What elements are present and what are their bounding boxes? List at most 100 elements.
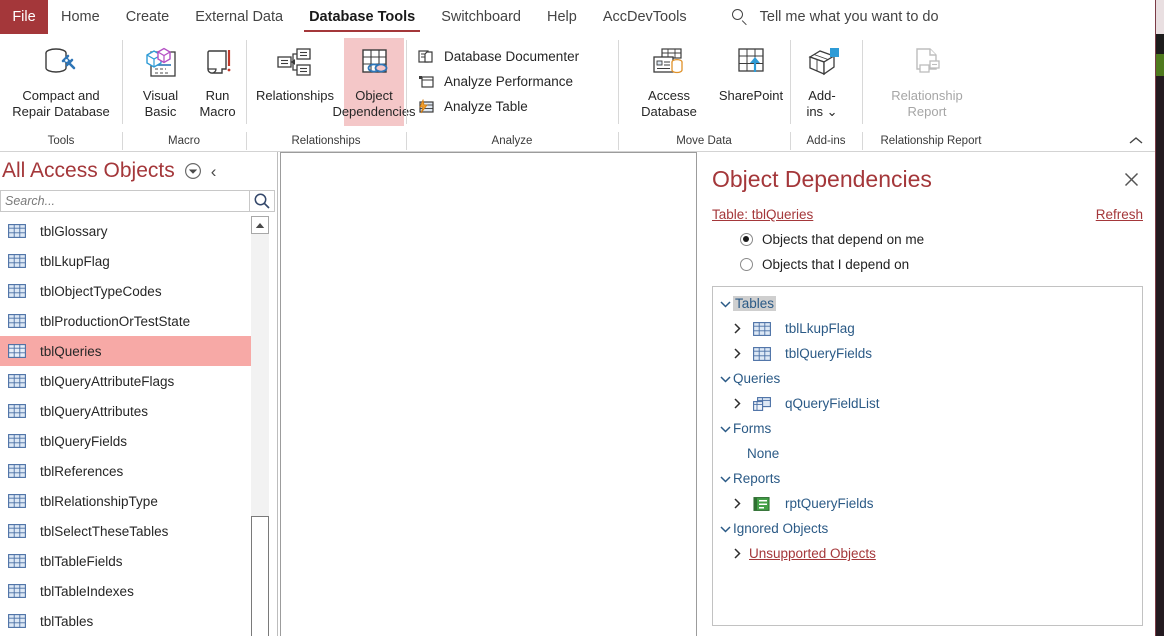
run-macro-label-line2: Macro [199,104,236,120]
tree-group-reports[interactable]: Reports [717,466,1142,491]
refresh-link[interactable]: Refresh [1096,207,1143,222]
tab-database-tools[interactable]: Database Tools [296,0,428,34]
group-label-macro: Macro [122,130,246,152]
table-icon [8,224,26,238]
chevron-right-icon[interactable] [729,498,745,509]
tab-external-data[interactable]: External Data [182,0,296,34]
sharepoint-button[interactable]: SharePoint [712,38,790,126]
add-ins-label-line1: Add- [808,88,836,103]
ribbon-group-labels: Tools Macro Relationships Analyze Move D… [0,130,1155,152]
radio-objects-that-depend-on-me[interactable]: Objects that depend on me [740,232,1143,247]
search-icon[interactable] [249,190,275,212]
list-item[interactable]: tblTableFields [0,546,252,576]
chevron-down-icon[interactable] [717,425,733,433]
list-item[interactable]: tblSelectTheseTables [0,516,252,546]
chevron-up-icon[interactable] [1127,132,1145,150]
table-icon [8,614,26,628]
list-item[interactable]: tblProductionOrTestState [0,306,252,336]
background-strip-top [1156,0,1164,34]
dependency-tree[interactable]: Tables tblLkupFlag tblQueryFields Querie… [712,286,1143,626]
chevron-down-icon[interactable] [717,475,733,483]
relationships-button[interactable]: Relationships [246,38,344,126]
run-macro-button[interactable]: Run Macro [189,38,246,126]
list-item[interactable]: tblTableIndexes [0,576,252,606]
chevron-down-circle-icon[interactable] [183,161,203,181]
list-item[interactable]: tblLkupFlag [0,246,252,276]
object-dependencies-button[interactable]: Object Dependencies [332,38,416,126]
analyze-table-button[interactable]: Analyze Table [414,94,585,119]
tab-home[interactable]: Home [48,0,113,34]
visual-basic-button[interactable]: Visual Basic [132,38,189,126]
access-database-label-line2: Database [641,104,697,120]
relationship-report-button[interactable]: Relationship Report [874,38,980,126]
chevron-right-icon[interactable] [729,398,745,409]
tree-item-label: rptQueryFields [785,496,874,511]
list-item[interactable]: tblQueryFields [0,426,252,456]
tab-help[interactable]: Help [534,0,590,34]
chevron-down-icon[interactable] [717,525,733,533]
list-item-selected[interactable]: tblQueries [0,336,252,366]
tree-group-label: Ignored Objects [733,521,829,536]
list-item-label: tblReferences [40,463,124,479]
database-documenter-button[interactable]: Database Documenter [414,44,585,69]
radio-objects-that-i-depend-on[interactable]: Objects that I depend on [740,257,1143,272]
tree-item-tblqueryfields[interactable]: tblQueryFields [717,341,1142,366]
tree-item-unsupported-objects[interactable]: Unsupported Objects [717,541,1142,566]
analyze-table-label: Analyze Table [444,99,528,114]
tab-file[interactable]: File [0,0,48,34]
scroll-up-arrow-icon[interactable] [251,216,269,234]
tree-item-qqueryfieldlist[interactable]: qQueryFieldList [717,391,1142,416]
tab-accdevtools[interactable]: AccDevTools [590,0,700,34]
task-pane-header: Object Dependencies [712,152,1143,193]
navigation-scrollbar[interactable] [251,216,269,636]
search-input[interactable] [0,190,249,212]
group-label-relationships: Relationships [246,130,406,152]
object-dependencies-label-line2: Dependencies [332,104,416,120]
sharepoint-label: SharePoint [718,88,784,103]
list-item-label: tblProductionOrTestState [40,313,191,329]
background-strip-green [1156,54,1164,76]
tree-group-queries[interactable]: Queries [717,366,1142,391]
tree-item-tbllkupflag[interactable]: tblLkupFlag [717,316,1142,341]
list-item[interactable]: tblTables [0,606,252,636]
tree-group-tables[interactable]: Tables [717,291,1142,316]
list-item[interactable]: tblQueryAttributeFlags [0,366,252,396]
compact-and-repair-database-button[interactable]: Compact and Repair Database [0,38,122,126]
navigation-object-list[interactable]: tblGlossary tblLkupFlag tblObjectTypeCod… [0,216,252,636]
access-database-button[interactable]: Access Database [626,38,712,126]
ribbon-group-analyze: Database Documenter Analyze Performance [406,34,618,130]
chevron-right-icon[interactable] [729,348,745,359]
add-ins-button[interactable]: Add- ins ⌄ [790,38,854,126]
current-object-link[interactable]: Table: tblQueries [712,207,813,222]
group-label-tools: Tools [47,135,75,147]
list-item[interactable]: tblQueryAttributes [0,396,252,426]
tell-me-search-box[interactable]: Tell me what you want to do [730,0,939,34]
scrollbar-thumb[interactable] [251,516,269,636]
tree-group-label: Forms [733,421,772,436]
chevron-left-icon[interactable]: ‹ [211,163,217,180]
list-item[interactable]: tblReferences [0,456,252,486]
analyze-performance-button[interactable]: Analyze Performance [414,69,585,94]
tree-item-rptqueryfields[interactable]: rptQueryFields [717,491,1142,516]
chevron-right-icon[interactable] [729,548,745,559]
tab-create[interactable]: Create [113,0,183,34]
list-item[interactable]: tblObjectTypeCodes [0,276,252,306]
table-icon [8,374,26,388]
list-item[interactable]: tblGlossary [0,216,252,246]
group-label-move-data: Move Data [618,130,790,152]
close-icon[interactable] [1119,168,1143,192]
database-wrench-icon [42,44,80,84]
list-item[interactable]: tblRelationshipType [0,486,252,516]
ribbon-group-addins: Add- ins ⌄ [790,34,862,130]
navigation-pane-title: All Access Objects [2,159,175,182]
tab-switchboard[interactable]: Switchboard [428,0,534,34]
database-documenter-label: Database Documenter [444,49,580,64]
compact-repair-label-line1: Compact and [22,88,100,103]
chevron-down-icon[interactable] [717,300,733,308]
tree-group-forms[interactable]: Forms [717,416,1142,441]
tree-group-ignored-objects[interactable]: Ignored Objects [717,516,1142,541]
chevron-down-icon[interactable] [717,375,733,383]
chevron-right-icon[interactable] [729,323,745,334]
ribbon-group-relationships: Relationships Object Dependencies [246,34,416,130]
tree-item-label: None [747,446,780,461]
